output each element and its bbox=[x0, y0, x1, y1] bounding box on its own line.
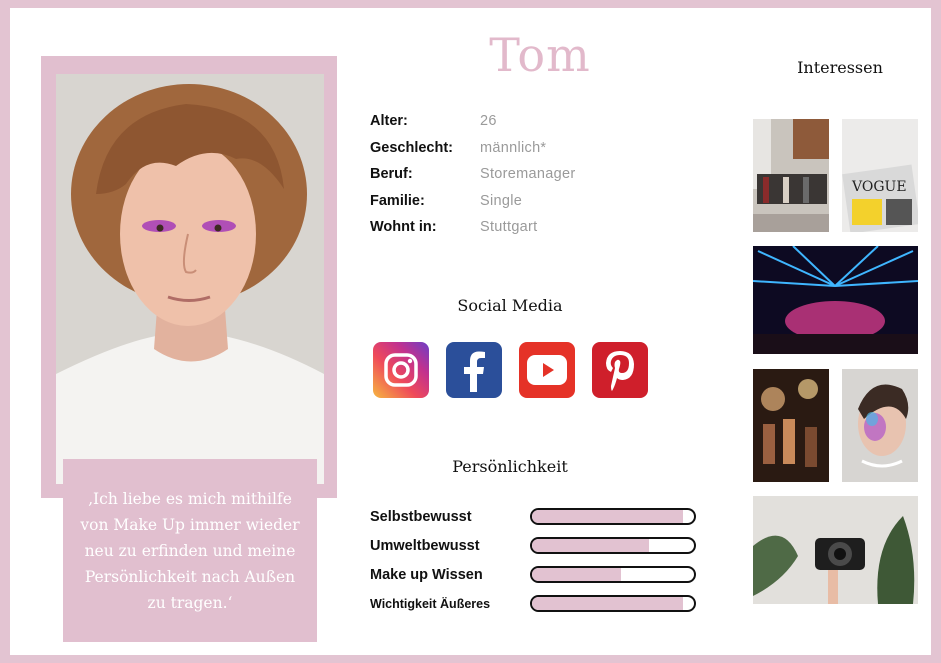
fact-row: Wohnt in: Stuttgart bbox=[370, 214, 576, 241]
nightclub-lights-photo bbox=[753, 246, 918, 354]
pinterest-icon[interactable] bbox=[592, 342, 648, 398]
trait-bar-fill bbox=[532, 539, 649, 552]
fact-row: Alter: 26 bbox=[370, 108, 576, 135]
photo-frame bbox=[41, 56, 337, 498]
trait-bar bbox=[530, 537, 696, 554]
trait-row: Umweltbewusst bbox=[370, 531, 696, 560]
trait-label: Selbstbewusst bbox=[370, 508, 472, 525]
personality-traits: Selbstbewusst Umweltbewusst Make up Wiss… bbox=[370, 502, 696, 618]
fact-value: Single bbox=[480, 192, 523, 209]
persona-page: ‚Ich liebe es mich mithilfe von Make Up … bbox=[10, 8, 931, 655]
social-icons bbox=[373, 342, 648, 398]
trait-label: Umweltbewusst bbox=[370, 537, 480, 554]
trait-bar bbox=[530, 595, 696, 612]
vogue-magazines-photo: VOGUE bbox=[842, 119, 918, 232]
fact-value: 26 bbox=[480, 113, 497, 130]
trait-row: Selbstbewusst bbox=[370, 502, 696, 531]
fact-value: männlich* bbox=[480, 139, 547, 156]
trait-bar-fill bbox=[532, 568, 622, 581]
instagram-icon[interactable] bbox=[373, 342, 429, 398]
youtube-icon[interactable] bbox=[519, 342, 575, 398]
trait-bar bbox=[530, 566, 696, 583]
trait-bar-fill bbox=[532, 597, 683, 610]
fact-label: Familie: bbox=[370, 192, 425, 209]
clothing-store-photo bbox=[753, 119, 829, 232]
fact-row: Familie: Single bbox=[370, 188, 576, 215]
trait-bar bbox=[530, 508, 696, 525]
facts-list: Alter: 26 Geschlecht: männlich* Beruf: S… bbox=[370, 108, 576, 241]
portrait-photo bbox=[56, 74, 324, 484]
fact-label: Wohnt in: bbox=[370, 219, 437, 236]
trait-row: Wichtigkeit Äußeres bbox=[370, 589, 696, 618]
quote-box: ‚Ich liebe es mich mithilfe von Make Up … bbox=[63, 459, 317, 642]
glitter-makeup-face-photo bbox=[842, 369, 918, 482]
fact-value: Storemanager bbox=[480, 166, 576, 183]
trait-label: Wichtigkeit Äußeres bbox=[370, 596, 491, 611]
fact-label: Geschlecht: bbox=[370, 139, 453, 156]
fact-value: Stuttgart bbox=[480, 219, 538, 236]
fact-label: Alter: bbox=[370, 113, 408, 130]
facebook-icon[interactable] bbox=[446, 342, 502, 398]
camera-plants-photo bbox=[753, 496, 918, 604]
svg-text:VOGUE: VOGUE bbox=[851, 179, 907, 195]
interests-title: Interessen bbox=[797, 58, 883, 77]
quote-text: ‚Ich liebe es mich mithilfe von Make Up … bbox=[80, 489, 300, 612]
social-media-title: Social Media bbox=[457, 296, 563, 315]
party-crowd-photo bbox=[753, 369, 829, 482]
personality-title: Persönlichkeit bbox=[452, 457, 568, 476]
trait-bar-fill bbox=[532, 510, 683, 523]
persona-name: Tom bbox=[489, 28, 591, 82]
fact-label: Beruf: bbox=[370, 166, 413, 183]
trait-label: Make up Wissen bbox=[370, 566, 483, 583]
fact-row: Geschlecht: männlich* bbox=[370, 135, 576, 162]
fact-row: Beruf: Storemanager bbox=[370, 161, 576, 188]
trait-row: Make up Wissen bbox=[370, 560, 696, 589]
